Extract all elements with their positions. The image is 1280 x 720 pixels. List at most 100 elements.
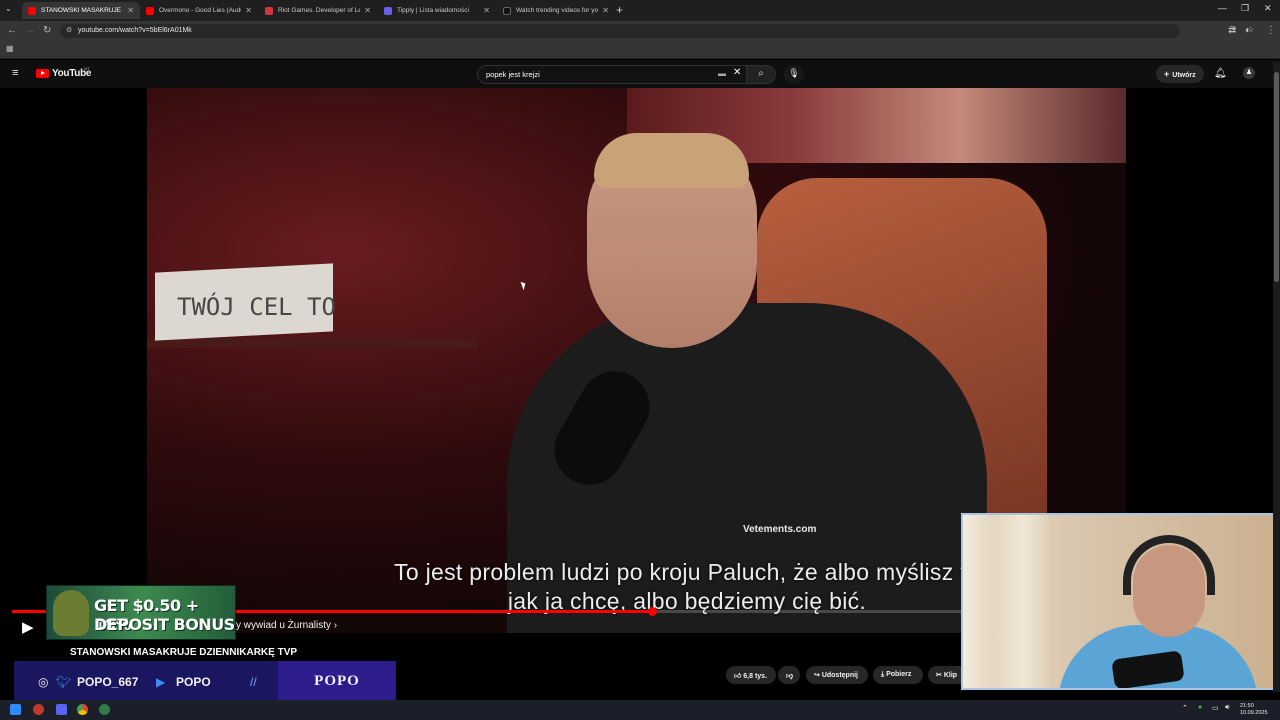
kick-icon: // bbox=[250, 675, 257, 689]
headphones-icon bbox=[1123, 535, 1215, 595]
new-tab-button[interactable]: + bbox=[616, 3, 623, 17]
tab-5[interactable]: Watch trending videos for you ✕ bbox=[497, 2, 615, 19]
tab-label: STANOWSKI MASAKRUJE DZIE bbox=[41, 7, 123, 14]
search-button[interactable]: ⌕ bbox=[746, 65, 776, 84]
tray-mic-icon[interactable]: ● bbox=[1198, 704, 1202, 711]
url-field[interactable]: ⚙ youtube.com/watch?v=5bEl6rA01Mk ⎘ ☆ bbox=[60, 24, 1254, 38]
social-handles: ◎ 🐦︎ POPO_667 ▶ POPO // bbox=[14, 661, 276, 703]
clip-label: Klip bbox=[943, 672, 958, 679]
youtube-logo-icon[interactable] bbox=[36, 69, 49, 78]
thumbs-up-icon: 👍︎ bbox=[734, 673, 742, 680]
download-label: Pobierz bbox=[886, 671, 912, 678]
tray-volume-icon[interactable]: 🔊︎ bbox=[1225, 704, 1229, 712]
app-icon-discord[interactable] bbox=[56, 704, 67, 715]
like-button[interactable]: 👍︎ 6,8 tys. bbox=[726, 666, 776, 684]
overlay-brand: POPO bbox=[278, 661, 396, 703]
restore-icon[interactable]: ❐ bbox=[1241, 3, 1249, 14]
ad-banner[interactable]: GET $0.50 + 10% DEPOSIT BONUS bbox=[46, 585, 236, 640]
share-button[interactable]: ↪ Udostępnij bbox=[806, 666, 868, 684]
share-label: Udostępnij bbox=[821, 672, 858, 679]
close-tab-icon[interactable]: ✕ bbox=[483, 6, 490, 15]
apps-grid-icon[interactable]: ▦ bbox=[6, 44, 14, 53]
youtube-favicon-icon bbox=[146, 6, 154, 15]
tab-2[interactable]: Overmono - Good Lies (Audio) ✕ bbox=[140, 2, 258, 19]
handle-youtube: POPO bbox=[176, 675, 211, 689]
reload-icon[interactable]: ↻ bbox=[43, 25, 51, 36]
like-count: 6,8 tys. bbox=[743, 673, 768, 680]
app-icon-green[interactable] bbox=[99, 704, 110, 715]
ad-line-2: DEPOSIT BONUS bbox=[94, 615, 235, 634]
windows-taskbar: ⌃ ● ▭ 🔊︎ 21:50 10.09.2025 bbox=[0, 700, 1280, 720]
ad-mascot bbox=[53, 590, 89, 636]
search-icon: ⌕ bbox=[758, 68, 764, 79]
tab-label: Riot Games. Developer of Leag bbox=[278, 7, 361, 14]
tab-4[interactable]: Tipply | Lista wiadomości ✕ bbox=[378, 2, 496, 19]
close-tab-icon[interactable]: ✕ bbox=[602, 6, 609, 15]
app-icon-red[interactable] bbox=[33, 704, 44, 715]
scrollbar-thumb[interactable] bbox=[1274, 72, 1279, 282]
progress-scrubber[interactable] bbox=[648, 607, 657, 616]
create-label: Utwórz bbox=[1172, 72, 1196, 79]
bookmarks-bar: ▦ bbox=[0, 41, 1280, 59]
country-code: MT bbox=[84, 66, 90, 71]
riot-favicon-icon bbox=[265, 6, 273, 15]
close-tab-icon[interactable]: ✕ bbox=[127, 6, 134, 15]
url-text: youtube.com/watch?v=5bEl6rA01Mk bbox=[78, 27, 192, 34]
instagram-icon: ◎ bbox=[38, 675, 49, 689]
close-tab-icon[interactable]: ✕ bbox=[364, 6, 371, 15]
sign-text: TWÓJ CEL TO bbox=[177, 293, 336, 321]
dislike-button[interactable]: 👎︎ bbox=[778, 666, 800, 684]
tab-1[interactable]: STANOWSKI MASAKRUJE DZIE ✕ bbox=[22, 2, 140, 19]
forward-icon[interactable]: → bbox=[25, 25, 35, 36]
search-query: popek jest krejzi bbox=[486, 70, 540, 79]
youtube-icon: ▶ bbox=[156, 675, 166, 689]
chapter-title[interactable]: y wywiad u Żurnalisty › bbox=[236, 620, 337, 631]
account-avatar[interactable]: ♟ bbox=[1243, 67, 1255, 79]
window-blind bbox=[963, 515, 1053, 688]
tab-list-icon[interactable]: ⌄ bbox=[5, 4, 12, 13]
download-icon: ⤓ bbox=[881, 671, 885, 678]
tray-chevron-icon[interactable]: ⌃ bbox=[1182, 704, 1188, 712]
tipply-favicon-icon bbox=[384, 6, 392, 15]
share-icon: ↪ bbox=[814, 672, 820, 679]
hamburger-menu-icon[interactable]: ≡ bbox=[12, 67, 18, 79]
address-bar-row: ← → ↻ ⚙ youtube.com/watch?v=5bEl6rA01Mk … bbox=[0, 21, 1280, 41]
chrome-icon[interactable] bbox=[77, 704, 88, 715]
browser-tab-bar: ⌄ STANOWSKI MASAKRUJE DZIE ✕ Overmono - … bbox=[0, 0, 1280, 21]
search-input[interactable]: popek jest krejzi ▬ ✕ bbox=[477, 65, 747, 84]
profile-icon[interactable]: ◐ bbox=[1245, 25, 1251, 36]
youtube-favicon-icon bbox=[28, 6, 36, 15]
windows-start-icon[interactable] bbox=[10, 704, 21, 715]
youtube-header: ≡ YouTube MT popek jest krejzi ▬ ✕ ⌕ 🎙︎ … bbox=[0, 60, 1280, 88]
extensions-icon[interactable]: ⇄ bbox=[1228, 25, 1236, 36]
keyboard-icon[interactable]: ▬ bbox=[718, 69, 726, 78]
shirt-logo-text: Vetements.com bbox=[743, 524, 817, 535]
voice-search-button[interactable]: 🎙︎ bbox=[784, 65, 804, 84]
tab-label: Watch trending videos for you bbox=[516, 7, 599, 14]
plus-icon: + bbox=[1164, 69, 1170, 79]
site-info-icon[interactable]: ⚙ bbox=[66, 26, 72, 34]
tray-network-icon[interactable]: ▭ bbox=[1212, 704, 1219, 712]
tiktok-favicon-icon bbox=[503, 6, 511, 15]
person-hair bbox=[594, 133, 749, 188]
page-scrollbar[interactable] bbox=[1273, 62, 1280, 692]
scissors-icon: ✂ bbox=[936, 672, 942, 679]
tab-3[interactable]: Riot Games. Developer of Leag ✕ bbox=[259, 2, 377, 19]
tab-label: Tipply | Lista wiadomości bbox=[397, 7, 469, 14]
back-icon[interactable]: ← bbox=[7, 25, 17, 36]
overlay-title: STANOWSKI MASAKRUJE DZIENNIKARKĘ TVP bbox=[70, 647, 298, 658]
download-button[interactable]: ⤓ Pobierz bbox=[873, 666, 923, 684]
close-window-icon[interactable]: ✕ bbox=[1264, 3, 1272, 14]
clock-date[interactable]: 10.09.2025 bbox=[1240, 710, 1268, 716]
close-tab-icon[interactable]: ✕ bbox=[245, 6, 252, 15]
menu-kebab-icon[interactable]: ⋮ bbox=[1266, 25, 1276, 36]
clock-time[interactable]: 21:50 bbox=[1240, 703, 1254, 709]
create-button[interactable]: + Utwórz bbox=[1156, 65, 1204, 83]
clear-search-icon[interactable]: ✕ bbox=[733, 67, 741, 78]
shelf-plank bbox=[147, 338, 477, 348]
minimize-icon[interactable]: — bbox=[1218, 3, 1227, 13]
play-icon[interactable]: ▶ bbox=[22, 618, 34, 636]
twitter-icon: 🐦︎ bbox=[56, 675, 72, 689]
webcam-overlay bbox=[961, 513, 1275, 690]
notifications-bell-icon[interactable]: 🔔︎ bbox=[1214, 68, 1227, 79]
